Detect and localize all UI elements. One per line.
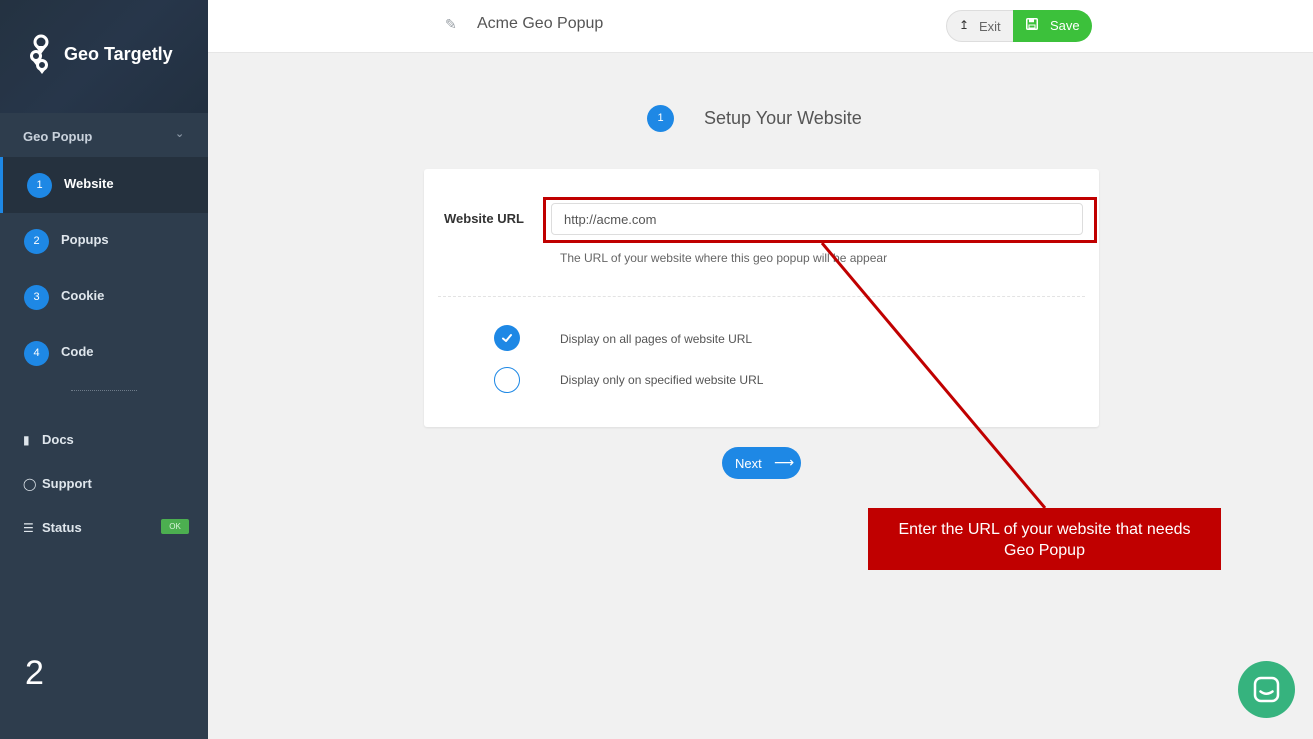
annotation-callout: Enter the URL of your website that needs… <box>868 508 1221 570</box>
callout-text-line2: Geo Popup <box>1004 542 1085 559</box>
annotation-highlight-box <box>543 197 1097 243</box>
annotation-pointer-line <box>820 242 1047 509</box>
chat-icon <box>1253 676 1280 703</box>
chat-launcher-button[interactable] <box>1238 661 1295 718</box>
callout-text-line1: Enter the URL of your website that needs <box>898 521 1191 538</box>
